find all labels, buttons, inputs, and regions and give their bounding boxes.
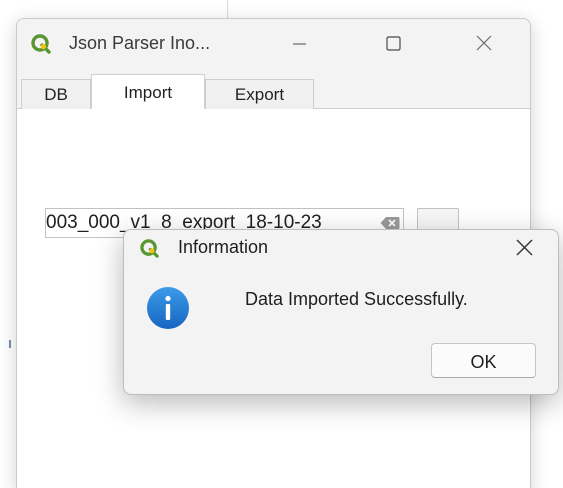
window-title: Json Parser Ino... bbox=[69, 33, 211, 53]
close-icon bbox=[516, 239, 533, 256]
dialog-message: Data Imported Successfully. bbox=[245, 289, 468, 309]
tab-export[interactable]: Export bbox=[205, 79, 314, 109]
clear-input-icon[interactable] bbox=[380, 216, 400, 230]
background-divider bbox=[227, 0, 228, 20]
minimize-button[interactable] bbox=[279, 29, 319, 59]
maximize-icon bbox=[386, 36, 401, 51]
ok-button[interactable]: OK bbox=[431, 343, 536, 378]
qgis-logo-icon bbox=[31, 34, 51, 54]
maximize-button[interactable] bbox=[373, 29, 413, 59]
tab-db[interactable]: DB bbox=[21, 79, 91, 109]
tab-import[interactable]: Import bbox=[91, 74, 205, 109]
dialog-title: Information bbox=[178, 237, 269, 257]
qgis-logo-icon bbox=[140, 239, 159, 258]
info-icon bbox=[146, 286, 190, 330]
title-bar[interactable]: Json Parser Ino... bbox=[17, 19, 530, 69]
close-icon bbox=[476, 35, 492, 51]
close-window-button[interactable] bbox=[464, 29, 504, 59]
dialog-close-button[interactable] bbox=[510, 235, 540, 261]
desktop: Json Parser Ino... DB Import Export 003_… bbox=[0, 0, 563, 488]
minimize-icon bbox=[293, 43, 306, 45]
background-edge-mark bbox=[9, 340, 11, 348]
information-dialog: Information Data Imported Successfully. … bbox=[123, 229, 559, 395]
